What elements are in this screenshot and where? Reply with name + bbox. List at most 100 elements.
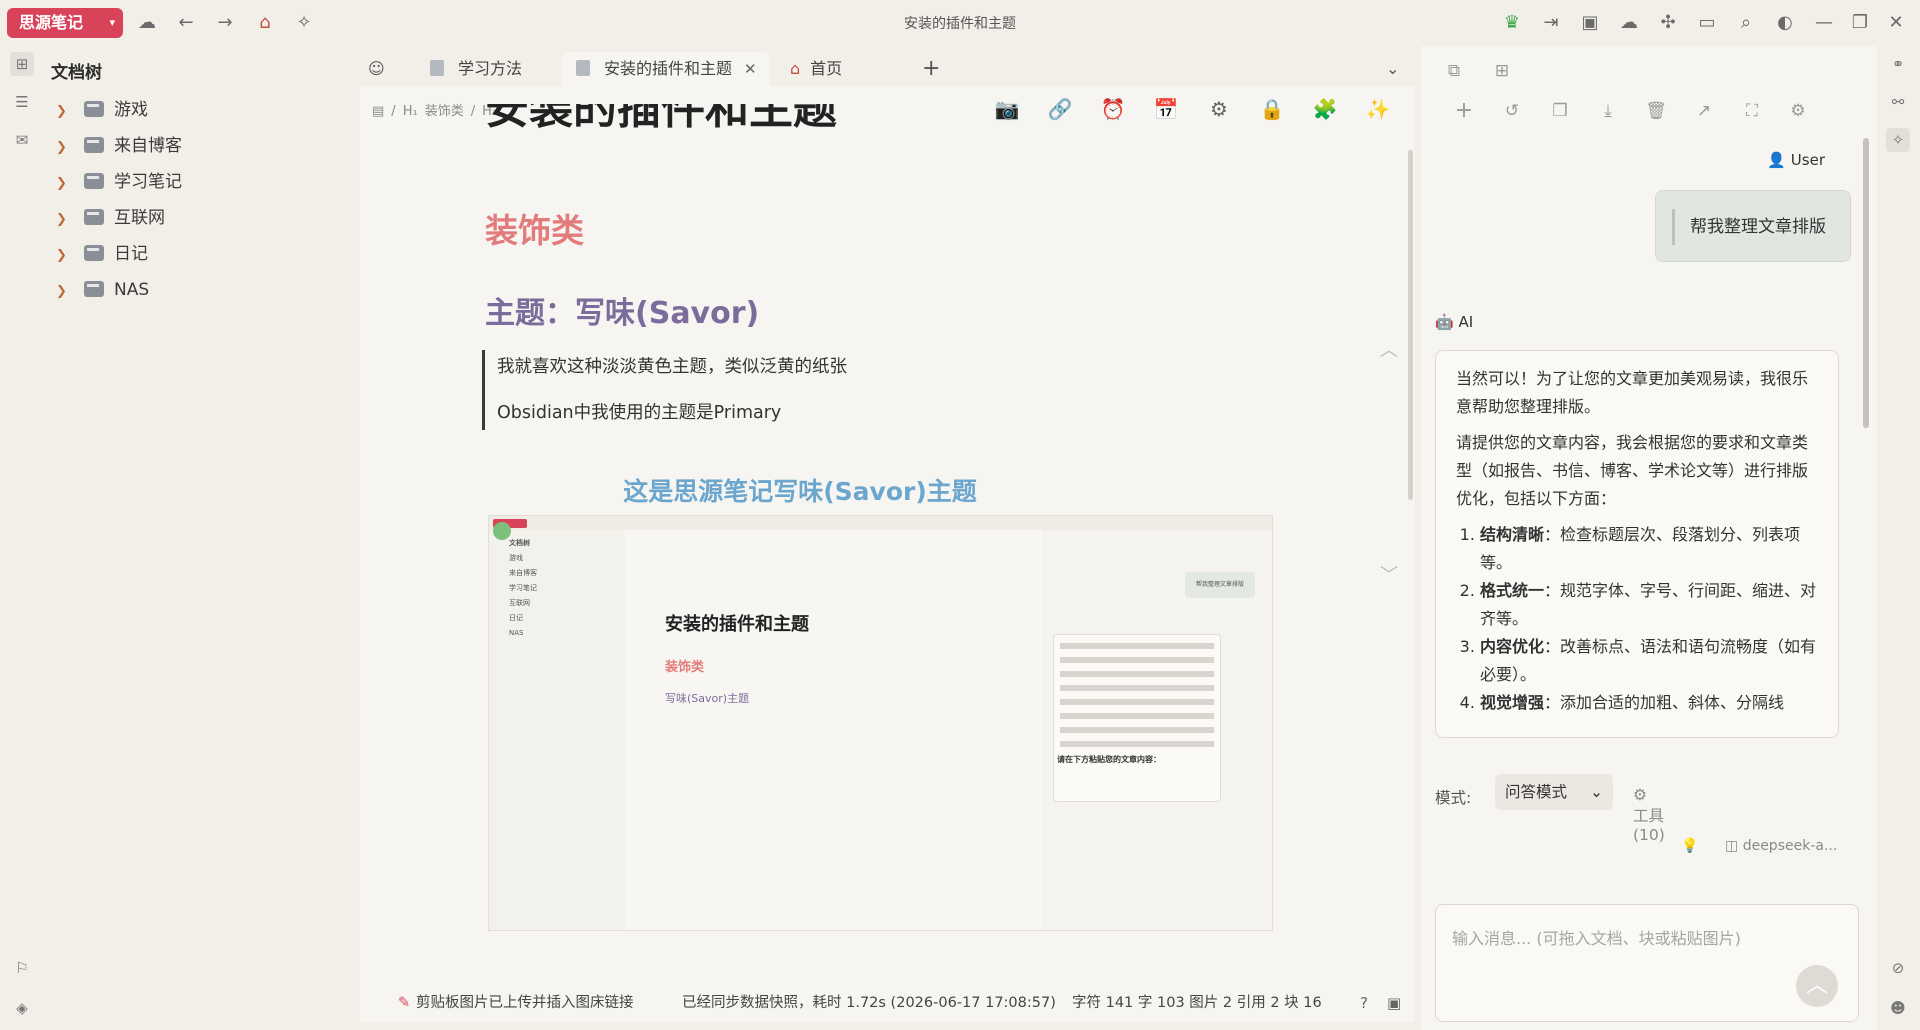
tab-plugins-themes[interactable]: 安装的插件和主题 ✕ — [562, 52, 770, 86]
document-icon — [576, 60, 590, 76]
crown-icon[interactable]: ♛ — [1500, 11, 1524, 35]
chevron-right-icon[interactable]: ❯ — [56, 239, 76, 273]
embedded-tree-item: NAS — [509, 629, 524, 637]
tab-study-methods[interactable]: 学习方法 — [416, 52, 522, 86]
tools-button[interactable]: ⚙ 工具 (10) — [1633, 786, 1665, 844]
model-selector[interactable]: ◫ deepseek-a... — [1725, 838, 1837, 854]
embedded-topbar — [489, 516, 1272, 530]
camera-icon[interactable]: 📷 — [994, 96, 1020, 122]
ai-chat-panel: ⧉ ⊞ + ↺ ❐ ⤓ 🗑 ↗ ⛶ ⚙ 👤 User 帮我整理文章排版 🤖 AI… — [1421, 46, 1877, 1030]
settings-icon[interactable]: ⚙ — [1787, 100, 1809, 122]
link-dock-icon[interactable]: ⊘ — [1886, 956, 1910, 980]
embedded-tree-item: 来自博客 — [509, 569, 537, 577]
calendar-icon[interactable]: 📅 — [1153, 96, 1179, 122]
notebook-item[interactable]: ❯ 学习笔记 — [56, 165, 346, 199]
scroll-up-icon[interactable]: ︿ — [1380, 336, 1398, 362]
alarm-icon[interactable]: ⏰ — [1100, 96, 1126, 122]
outline-dock-icon[interactable]: ☰ — [10, 90, 34, 114]
chevron-right-icon[interactable]: ❯ — [56, 203, 76, 237]
embedded-tree-item: 互联网 — [509, 599, 530, 607]
mode-select[interactable]: 问答模式 ⌄ — [1495, 774, 1613, 810]
sparkle-icon[interactable]: ✨ — [1365, 96, 1391, 122]
scroll-down-icon[interactable]: ﹀ — [1380, 561, 1398, 587]
terminal-icon[interactable]: ▭ — [1695, 11, 1719, 35]
help-icon[interactable]: ? — [1360, 987, 1368, 1019]
embedded-file-tree: 文档树 游戏 来自博客 学习笔记 互联网 日记 NAS — [509, 536, 593, 930]
avatar-icon[interactable]: ☺ — [364, 52, 388, 86]
chevron-right-icon[interactable]: ❯ — [56, 167, 76, 201]
layout-icon[interactable]: ▣ — [1387, 987, 1401, 1019]
new-chat-icon[interactable]: + — [1453, 100, 1475, 122]
fullscreen-icon[interactable]: ⛶ — [1741, 100, 1763, 122]
lock-icon[interactable]: 🔒 — [1259, 96, 1285, 122]
minimize-icon[interactable]: — — [1812, 11, 1836, 35]
notebook-label: 来自博客 — [114, 136, 182, 156]
embedded-answer — [1053, 634, 1221, 802]
embedded-section: 装饰类 — [665, 660, 705, 675]
embedded-tree-item: 日记 — [509, 614, 523, 622]
new-tab-button[interactable]: + — [908, 52, 940, 86]
history-icon[interactable]: ↺ — [1501, 100, 1523, 122]
doc-title-cut: 安装的插件和主题 — [485, 104, 837, 132]
ai-scrollbar[interactable] — [1863, 138, 1869, 428]
lightbulb-icon[interactable]: 💡 — [1681, 838, 1698, 854]
tab-home[interactable]: ⌂ 首页 — [776, 52, 842, 86]
embedded-screenshot-image[interactable]: 文档树 游戏 来自博客 学习笔记 互联网 日记 NAS 安装的插件和主题 装饰类… — [488, 515, 1273, 931]
breadcrumb-h1[interactable]: H₁ — [403, 104, 418, 119]
editor-scrollbar[interactable] — [1408, 150, 1413, 500]
open-external-icon[interactable]: ↗ — [1693, 100, 1715, 122]
doc-icon[interactable]: ▤ — [372, 104, 384, 119]
search-icon[interactable]: ⌕ — [1734, 11, 1758, 35]
notebook-item[interactable]: ❯ 日记 — [56, 237, 346, 271]
tab-list-chevron-icon[interactable]: ⌄ — [1372, 52, 1399, 86]
answer-list: 结构清晰：检查标题层次、段落划分、列表项等。 格式统一：规范字体、字号、行间距、… — [1456, 521, 1818, 717]
quote-line: Obsidian中我使用的主题是Primary — [497, 403, 782, 423]
puzzle-icon[interactable]: 🧩 — [1312, 96, 1338, 122]
chevron-right-icon[interactable]: ❯ — [56, 275, 76, 309]
graph-icon[interactable]: ⚭ — [1886, 52, 1910, 76]
notebook-label: 学习笔记 — [114, 172, 182, 192]
download-icon[interactable]: ⤓ — [1597, 100, 1619, 122]
plugin-icon[interactable]: ✣ — [1656, 11, 1680, 35]
delete-icon[interactable]: 🗑 — [1645, 100, 1667, 122]
tab-close-icon[interactable]: ✕ — [744, 60, 757, 78]
filetree-dock-icon[interactable]: ⊞ — [10, 52, 34, 76]
mode-row: 模式: 问答模式 ⌄ ⚙ 工具 (10) — [1435, 774, 1665, 844]
chevron-right-icon[interactable]: ❯ — [56, 131, 76, 165]
breadcrumb-heading[interactable]: 装饰类 — [425, 104, 464, 119]
backlink-icon[interactable]: ⚯ — [1886, 90, 1910, 114]
bookmark-dock-icon[interactable]: ⚐ — [10, 956, 34, 980]
embedded-tree-item: 游戏 — [509, 554, 523, 562]
inbox-dock-icon[interactable]: ✉ — [10, 128, 34, 152]
home-icon: ⌂ — [790, 59, 801, 78]
message-input[interactable]: 输入消息... (可拖入文档、块或粘贴图片) ︿ — [1435, 904, 1859, 1022]
answer-paragraph: 当然可以！为了让您的文章更加美观易读，我很乐意帮助您整理排版。 — [1456, 369, 1809, 416]
copy-icon[interactable]: ❐ — [1549, 100, 1571, 122]
image-icon[interactable]: ▣ — [1578, 11, 1602, 35]
restore-icon[interactable]: ❐ — [1848, 11, 1872, 35]
notebook-item[interactable]: ❯ NAS — [56, 273, 346, 307]
gear-icon[interactable]: ⚙ — [1206, 96, 1232, 122]
user-icon: 👤 — [1767, 151, 1791, 169]
send-button[interactable]: ︿ — [1796, 965, 1838, 1007]
model-name: deepseek-a... — [1742, 838, 1838, 854]
notebook-icon — [84, 137, 104, 153]
close-icon[interactable]: ✕ — [1884, 11, 1908, 35]
grid-icon[interactable]: ⊞ — [1491, 60, 1513, 82]
notebook-icon — [84, 101, 104, 117]
theme-heading: 主题：写味(Savor) — [485, 296, 760, 331]
theme-toggle-icon[interactable]: ◐ — [1773, 11, 1797, 35]
cloud-upload-icon[interactable]: ☁ — [1617, 11, 1641, 35]
link-icon[interactable]: 🔗 — [1047, 96, 1073, 122]
notebook-item[interactable]: ❯ 游戏 — [56, 93, 346, 127]
login-icon[interactable]: ⇥ — [1539, 11, 1563, 35]
chevron-right-icon[interactable]: ❯ — [56, 95, 76, 129]
notebook-item[interactable]: ❯ 来自博客 — [56, 129, 346, 163]
notebook-item[interactable]: ❯ 互联网 — [56, 201, 346, 235]
robot-dock-icon[interactable]: ☻ — [1886, 996, 1910, 1020]
tag-dock-icon[interactable]: ◈ — [10, 996, 34, 1020]
answer-paragraph: 请提供您的文章内容，我会根据您的要求和文章类型（如报告、书信、博客、学术论文等）… — [1456, 433, 1809, 508]
status-bar: ✎ 剪贴板图片已上传并插入图床链接 已经同步数据快照，耗时 1.72s (202… — [360, 987, 1410, 1019]
ai-assistant-icon[interactable]: ✧ — [1886, 128, 1910, 152]
copy-panel-icon[interactable]: ⧉ — [1443, 60, 1465, 82]
